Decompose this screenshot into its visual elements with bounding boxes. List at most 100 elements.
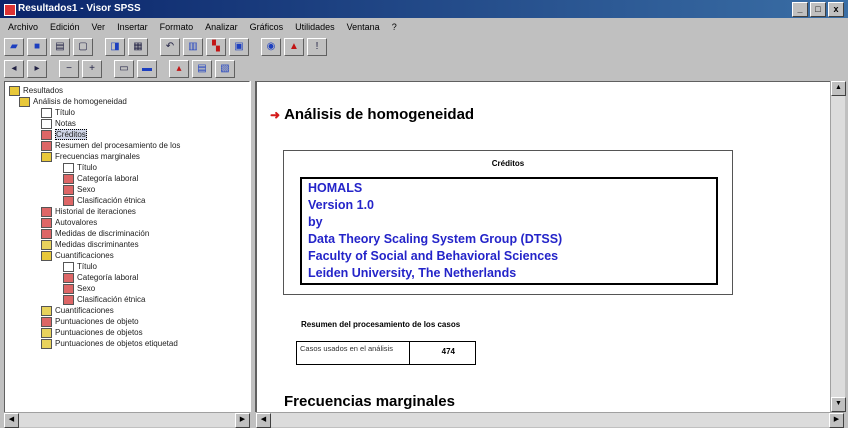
tree-item[interactable]: Clasificación étnica xyxy=(63,294,145,305)
menu-bar: Archivo Edición Ver Insertar Formato Ana… xyxy=(0,19,848,35)
tree-item[interactable]: Clasificación étnica xyxy=(63,195,145,206)
tree-item[interactable]: Título xyxy=(63,261,97,272)
menu-help[interactable]: ? xyxy=(392,22,397,32)
scroll-up-icon[interactable]: ▲ xyxy=(831,81,846,96)
tree-item-label: Título xyxy=(55,108,76,117)
folder-icon xyxy=(9,85,20,96)
chart-icon xyxy=(41,338,52,349)
tree-item[interactable]: Frecuencias marginales xyxy=(41,151,140,162)
tree-item[interactable]: Análisis de homogeneidad xyxy=(19,96,127,107)
tree-item[interactable]: Autovalores xyxy=(41,217,97,228)
tree-item-label: Título xyxy=(77,163,98,172)
menu-archivo[interactable]: Archivo xyxy=(8,22,38,32)
content-horizontal-scrollbar[interactable]: ◀ ▶ xyxy=(256,412,844,428)
save-icon[interactable]: ■ xyxy=(27,38,47,56)
tree-item[interactable]: Cuantificaciones xyxy=(41,305,114,316)
tree-item[interactable]: Puntuaciones de objetos xyxy=(41,327,143,338)
menu-ventana[interactable]: Ventana xyxy=(347,22,380,32)
insert-cases-icon[interactable]: ▲ xyxy=(284,38,304,56)
credits-title: Créditos xyxy=(491,159,525,168)
variables-icon[interactable]: ▣ xyxy=(229,38,249,56)
tree-item[interactable]: Puntuaciones de objeto xyxy=(41,316,139,327)
insert-text-icon[interactable]: ▧ xyxy=(215,60,235,78)
doc-icon xyxy=(41,217,52,228)
doc-icon xyxy=(41,228,52,239)
insert-title-icon[interactable]: ▤ xyxy=(192,60,212,78)
tree-item[interactable]: Sexo xyxy=(63,283,95,294)
scroll-down-icon[interactable]: ▼ xyxy=(831,397,846,412)
hide-icon[interactable]: ▬ xyxy=(137,60,157,78)
tree-item-label: Clasificación étnica xyxy=(77,295,146,304)
summary-title: Resumen del procesamiento de los casos xyxy=(301,320,461,329)
tree-item[interactable]: Título xyxy=(63,162,97,173)
tree-item-label: Resultados xyxy=(23,86,64,95)
tree-item[interactable]: Medidas de discriminación xyxy=(41,228,149,239)
menu-insertar[interactable]: Insertar xyxy=(117,22,148,32)
demote-icon[interactable]: ▸ xyxy=(27,60,47,78)
menu-utilidades[interactable]: Utilidades xyxy=(295,22,335,32)
window-controls: _ □ x xyxy=(792,2,844,17)
tree-item[interactable]: Categoría laboral xyxy=(63,272,138,283)
minimize-button[interactable]: _ xyxy=(792,2,808,17)
menu-graficos[interactable]: Gráficos xyxy=(250,22,284,32)
dialog-recall-icon[interactable]: ▦ xyxy=(128,38,148,56)
maximize-button[interactable]: □ xyxy=(810,2,826,17)
tree-item-label: Resumen del procesamiento de los xyxy=(55,141,181,150)
collapse-icon[interactable]: − xyxy=(59,60,79,78)
doc-icon xyxy=(41,140,52,151)
tree-item[interactable]: Sexo xyxy=(63,184,95,195)
print-preview-icon[interactable]: ▢ xyxy=(73,38,93,56)
doc-icon xyxy=(63,184,74,195)
tree-item[interactable]: Medidas discriminantes xyxy=(41,239,139,250)
select-icon[interactable]: ! xyxy=(307,38,327,56)
find-icon[interactable]: ◉ xyxy=(261,38,281,56)
print-icon[interactable]: ▤ xyxy=(50,38,70,56)
chart-icon xyxy=(41,305,52,316)
tree-item-label: Sexo xyxy=(77,284,96,293)
credits-line: Data Theory Scaling System Group (DTSS) xyxy=(308,232,563,246)
export-icon[interactable]: ◨ xyxy=(105,38,125,56)
tree-item[interactable]: Resultados xyxy=(9,85,63,96)
tree-item-label: Notas xyxy=(55,119,76,128)
menu-analizar[interactable]: Analizar xyxy=(205,22,238,32)
show-icon[interactable]: ▭ xyxy=(114,60,134,78)
doc-icon xyxy=(41,129,52,140)
doc-icon xyxy=(41,206,52,217)
tree-item[interactable]: Resumen del procesamiento de los xyxy=(41,140,180,151)
tree-item-label: Título xyxy=(77,262,98,271)
folder-icon xyxy=(19,96,30,107)
menu-ver[interactable]: Ver xyxy=(92,22,106,32)
tree-item[interactable]: Notas xyxy=(41,118,76,129)
doc-icon xyxy=(63,173,74,184)
folder-icon xyxy=(41,151,52,162)
promote-icon[interactable]: ◂ xyxy=(4,60,24,78)
tree-item[interactable]: Puntuaciones de objetos etiquetad xyxy=(41,338,178,349)
tree-item-label: Puntuaciones de objetos etiquetad xyxy=(55,339,178,348)
title-icon xyxy=(63,162,74,173)
goto-data-icon[interactable]: ▥ xyxy=(183,38,203,56)
outline-horizontal-scrollbar[interactable]: ◀ ▶ xyxy=(4,412,250,428)
summary-table[interactable]: Casos usados en el análisis 474 xyxy=(296,341,476,365)
title-bar: Resultados1 - Visor SPSS _ □ x xyxy=(0,0,848,18)
tree-item[interactable]: Historial de iteraciones xyxy=(41,206,136,217)
open-icon[interactable]: ▰ xyxy=(4,38,24,56)
insert-heading-icon[interactable]: ▴ xyxy=(169,60,189,78)
vertical-scrollbar[interactable]: ▲ ▼ xyxy=(830,81,846,412)
window-title: Resultados1 - Visor SPSS xyxy=(18,3,141,14)
tree-item[interactable]: Título xyxy=(41,107,75,118)
main-toolbar: ▰ ■ ▤ ▢ ◨ ▦ ↶ ▥ ▚ ▣ ◉ ▲ ! xyxy=(4,37,327,57)
credits-table[interactable]: Créditos HOMALS Version 1.0 by Data Theo… xyxy=(283,150,733,295)
menu-edicion[interactable]: Edición xyxy=(50,22,80,32)
tree-item[interactable]: Cuantificaciones xyxy=(41,250,114,261)
undo-icon[interactable]: ↶ xyxy=(160,38,180,56)
close-button[interactable]: x xyxy=(828,2,844,17)
tree-item-label: Clasificación étnica xyxy=(77,196,146,205)
menu-formato[interactable]: Formato xyxy=(160,22,194,32)
tree-item-label: Frecuencias marginales xyxy=(55,152,140,161)
expand-icon[interactable]: + xyxy=(82,60,102,78)
title-icon xyxy=(63,261,74,272)
tree-item[interactable]: Categoría laboral xyxy=(63,173,138,184)
tree-item[interactable]: Créditos xyxy=(41,129,87,140)
chart-icon xyxy=(41,239,52,250)
goto-case-icon[interactable]: ▚ xyxy=(206,38,226,56)
